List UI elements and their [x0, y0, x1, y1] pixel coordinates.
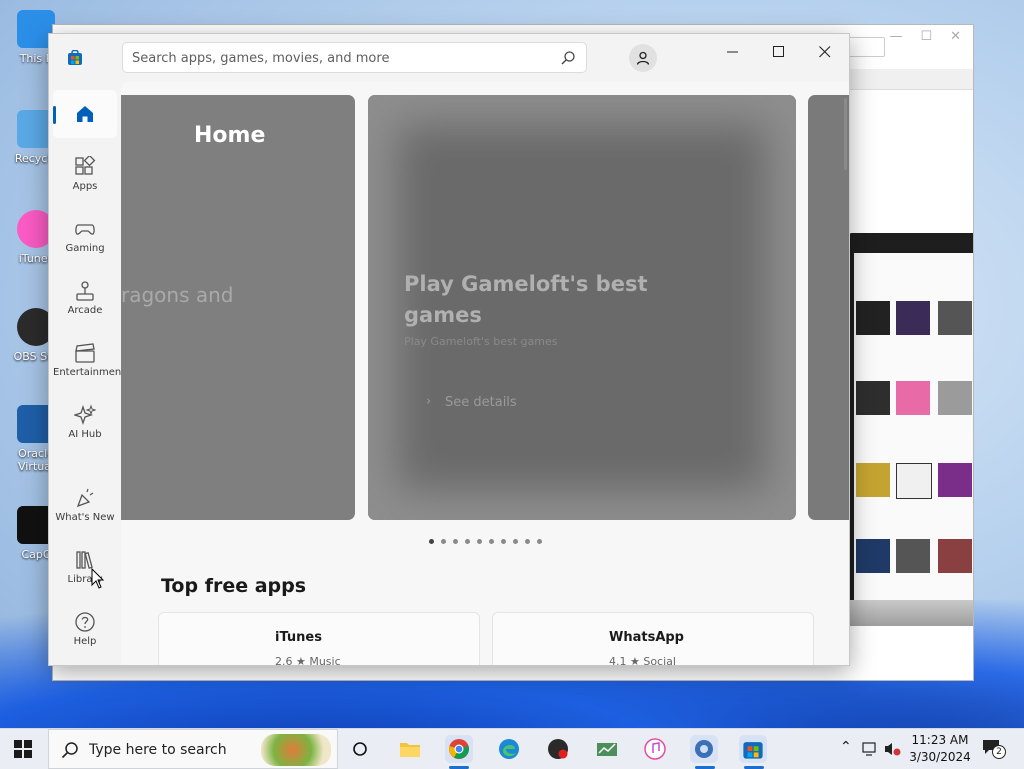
main-content: Home ragons and Play Gameloft's best gam…	[121, 82, 849, 665]
section-title[interactable]: Top free apps	[161, 575, 306, 597]
laptop-image	[848, 233, 973, 626]
party-icon	[76, 488, 94, 508]
edge-icon	[499, 739, 519, 759]
hero-card-previous[interactable]: Home ragons and	[121, 95, 355, 520]
taskbar: Type here to search ⌃ 11:23 AM 3/30/2024…	[0, 728, 1024, 769]
minimize-icon	[727, 51, 738, 53]
carousel-dot[interactable]	[489, 539, 494, 544]
nav-item-arcade[interactable]: Arcade	[53, 280, 117, 316]
app-card-itunes[interactable]: iTunes 2.6 ★ Music	[158, 612, 480, 665]
page-title: Home	[194, 123, 266, 148]
hero-subtitle: Play Gameloft's best games	[404, 335, 558, 348]
minimize-icon[interactable]: —	[889, 29, 902, 44]
notification-center-button[interactable]: 2	[982, 739, 1006, 759]
windows-start-icon[interactable]	[14, 740, 32, 758]
taskbar-obs[interactable]	[544, 735, 572, 763]
task-view-button[interactable]	[346, 735, 374, 763]
search-icon[interactable]	[560, 50, 576, 66]
hero-card-main[interactable]: Play Gameloft's best games Play Gameloft…	[368, 95, 796, 520]
nav-item-home[interactable]	[53, 90, 117, 138]
mouse-cursor-icon	[91, 568, 105, 589]
carousel-dot[interactable]	[501, 539, 506, 544]
nav-item-whats-new[interactable]: What's New	[53, 487, 117, 523]
clapperboard-icon	[75, 343, 95, 363]
notification-count: 2	[992, 745, 1006, 759]
store-logo-icon	[68, 50, 82, 65]
hero-previous-title: ragons and	[121, 283, 234, 307]
carousel-dot[interactable]	[477, 539, 482, 544]
chevron-up-icon[interactable]: ⌃	[840, 739, 852, 755]
taskbar-itunes[interactable]	[641, 735, 669, 763]
task-view-icon	[353, 742, 367, 756]
nav-item-gaming[interactable]: Gaming	[53, 218, 117, 254]
close-button[interactable]	[802, 38, 848, 66]
obs-icon	[548, 739, 568, 759]
nav-item-library[interactable]: Library	[53, 549, 117, 585]
taskbar-file-explorer[interactable]	[396, 735, 424, 763]
carousel-dot[interactable]	[441, 539, 446, 544]
taskbar-search-box[interactable]: Type here to search	[48, 729, 338, 769]
home-icon	[77, 106, 93, 122]
app-card-whatsapp[interactable]: WhatsApp 4.1 ★ Social	[492, 612, 814, 665]
person-icon	[636, 51, 650, 65]
maximize-button[interactable]	[756, 38, 802, 66]
search-input[interactable]: Search apps, games, movies, and more	[122, 42, 587, 73]
carousel-dot[interactable]	[453, 539, 458, 544]
close-icon[interactable]: ✕	[950, 29, 961, 44]
taskbar-app-monitor[interactable]	[593, 735, 621, 763]
help-icon	[75, 612, 95, 632]
hero-headline: Play Gameloft's best games	[404, 272, 648, 327]
joystick-icon	[76, 281, 94, 301]
account-button[interactable]	[629, 44, 657, 72]
maximize-icon	[773, 46, 784, 57]
close-icon	[819, 46, 831, 58]
carousel-dot[interactable]	[429, 539, 434, 544]
maximize-icon[interactable]: ☐	[920, 29, 932, 44]
store-icon	[743, 742, 763, 759]
microsoft-store-window[interactable]: Search apps, games, movies, and more App…	[48, 33, 850, 666]
nav-item-entertainment[interactable]: Entertainment	[53, 342, 125, 378]
chrome-icon	[449, 739, 469, 759]
sparkle-icon	[74, 404, 96, 426]
laptop-screen	[854, 253, 973, 600]
carousel-pager	[429, 539, 542, 544]
see-details-link[interactable]: See details	[445, 395, 517, 410]
chevron-right-icon: ›	[426, 394, 432, 409]
folder-icon	[400, 743, 420, 757]
system-clock[interactable]: 11:23 AM 3/30/2024	[904, 732, 976, 766]
chevron-right-icon[interactable]: ›	[288, 575, 295, 596]
itunes-icon	[644, 738, 666, 760]
laptop-base	[848, 600, 973, 626]
minimize-button[interactable]	[710, 38, 756, 66]
gamepad-icon	[75, 224, 95, 235]
nav-item-help[interactable]: Help	[53, 611, 117, 647]
active-indicator	[53, 106, 56, 124]
network-icon[interactable]	[862, 741, 880, 757]
media-player-icon	[695, 740, 713, 758]
carousel-dot[interactable]	[525, 539, 530, 544]
taskbar-microsoft-store[interactable]	[739, 735, 767, 763]
scrollbar-thumb[interactable]	[844, 98, 847, 170]
carousel-dot[interactable]	[537, 539, 542, 544]
taskbar-edge[interactable]	[495, 735, 523, 763]
nav-item-apps[interactable]: Apps	[53, 156, 117, 192]
carousel-dot[interactable]	[513, 539, 518, 544]
nav-item-ai-hub[interactable]: AI Hub	[53, 404, 117, 440]
apps-icon	[75, 156, 96, 175]
taskbar-chrome[interactable]	[445, 735, 473, 763]
carousel-dot[interactable]	[465, 539, 470, 544]
chart-monitor-icon	[597, 743, 617, 756]
search-highlight-image	[261, 734, 331, 766]
taskbar-media-app[interactable]	[690, 735, 718, 763]
volume-muted-icon[interactable]	[884, 741, 902, 757]
search-icon	[61, 742, 78, 759]
hero-card-next[interactable]	[808, 95, 849, 520]
